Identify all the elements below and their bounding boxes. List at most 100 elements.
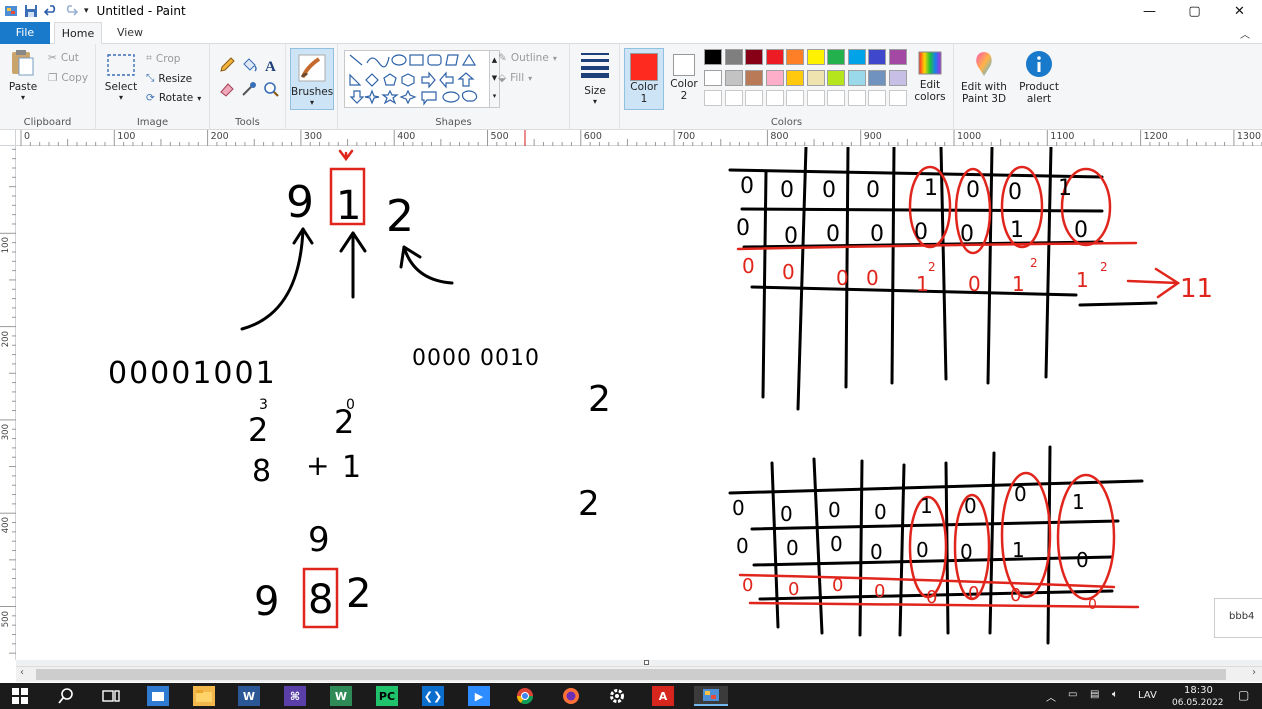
- chrome-icon[interactable]: [514, 686, 536, 706]
- file-explorer-icon[interactable]: [193, 686, 215, 706]
- shapes-gallery[interactable]: [344, 50, 490, 108]
- show-hidden-icons-icon[interactable]: ︿: [1046, 689, 1056, 704]
- palette-color-swatch[interactable]: [704, 69, 722, 86]
- copy-button[interactable]: ❐ Copy: [48, 72, 88, 84]
- custom-color-slot[interactable]: [806, 90, 825, 106]
- palette-color-swatch[interactable]: [847, 69, 866, 86]
- tab-file[interactable]: File: [0, 22, 50, 44]
- custom-color-slot[interactable]: [745, 90, 763, 106]
- cut-button[interactable]: ✂ Cut: [48, 52, 79, 64]
- battery-icon[interactable]: ▭: [1068, 689, 1077, 700]
- firefox-icon[interactable]: [560, 686, 582, 706]
- resize-button[interactable]: ⤡ Resize: [146, 72, 192, 85]
- palette-color-swatch[interactable]: [724, 69, 743, 86]
- palette-color-swatch[interactable]: [765, 49, 784, 65]
- save-icon[interactable]: [24, 4, 38, 18]
- color-picker-icon[interactable]: [240, 80, 258, 98]
- custom-color-slot[interactable]: [868, 90, 886, 106]
- fill-button[interactable]: ⬙ Fill ▾: [498, 72, 532, 84]
- tab-view[interactable]: View: [110, 22, 150, 44]
- scroll-left-icon[interactable]: ‹: [20, 667, 24, 678]
- pencil-icon[interactable]: [218, 56, 236, 74]
- select-dropdown-icon[interactable]: ▾: [104, 93, 138, 102]
- zoom-icon[interactable]: ▶: [468, 686, 490, 706]
- search-icon[interactable]: [55, 686, 77, 706]
- custom-color-slot[interactable]: [704, 90, 722, 106]
- acrobat-icon[interactable]: A: [652, 686, 674, 706]
- brushes-button[interactable]: Brushes ▾: [290, 48, 334, 110]
- redo-icon[interactable]: [64, 4, 78, 18]
- vscode-icon[interactable]: ❮❯: [422, 686, 444, 706]
- pycharm-icon[interactable]: PC: [376, 686, 398, 706]
- rotate-dropdown-icon[interactable]: ▾: [197, 94, 201, 103]
- custom-color-slot[interactable]: [765, 90, 784, 106]
- palette-color-swatch[interactable]: [765, 69, 784, 86]
- drawing-canvas[interactable]: 9 1 2 00001001 0000 0010 3 0 2 2 8 + 1 9…: [16, 147, 1262, 660]
- rotate-button[interactable]: ⟳ Rotate ▾: [146, 92, 201, 104]
- custom-color-slot[interactable]: [724, 90, 743, 106]
- palette-color-swatch[interactable]: [806, 49, 825, 65]
- visual-studio-icon[interactable]: ⌘: [284, 686, 306, 706]
- palette-color-swatch[interactable]: [786, 49, 804, 65]
- notifications-icon[interactable]: ▢: [1238, 688, 1249, 702]
- settings-gear-icon[interactable]: [606, 686, 628, 706]
- text-tool-icon[interactable]: A: [262, 56, 280, 74]
- size-button[interactable]: Size ▾: [576, 50, 614, 106]
- palette-color-swatch[interactable]: [724, 49, 743, 65]
- palette-color-swatch[interactable]: [786, 69, 804, 86]
- eraser-icon[interactable]: [218, 80, 236, 98]
- custom-color-slot[interactable]: [847, 90, 866, 106]
- palette-color-swatch[interactable]: [827, 69, 845, 86]
- palette-color-swatch[interactable]: [745, 69, 763, 86]
- scroll-right-icon[interactable]: ›: [1252, 667, 1256, 678]
- color2-button[interactable]: Color 2: [666, 52, 702, 102]
- color1-button[interactable]: Color 1: [624, 48, 664, 110]
- word-icon[interactable]: W: [238, 686, 260, 706]
- edit-with-paint3d-button[interactable]: Edit with Paint 3D: [958, 50, 1010, 105]
- customize-qa-arrow-icon[interactable]: ▾: [84, 6, 89, 16]
- language-indicator[interactable]: LAV: [1138, 690, 1157, 701]
- paste-dropdown-icon[interactable]: ▾: [4, 93, 42, 102]
- select-button[interactable]: Select ▾: [104, 52, 138, 102]
- custom-color-slot[interactable]: [888, 90, 907, 106]
- fill-bucket-icon[interactable]: [240, 56, 258, 74]
- edit-colors-button[interactable]: Edit colors: [910, 50, 950, 103]
- custom-color-slot[interactable]: [786, 90, 804, 106]
- task-view-icon[interactable]: [100, 686, 122, 706]
- outline-button[interactable]: ✎ Outline ▾: [498, 52, 557, 64]
- brushes-dropdown-icon[interactable]: ▾: [291, 98, 333, 107]
- store-app-icon[interactable]: [147, 686, 169, 706]
- palette-color-swatch[interactable]: [827, 49, 845, 65]
- product-alert-button[interactable]: Product alert: [1014, 50, 1064, 105]
- palette-color-swatch[interactable]: [888, 49, 907, 65]
- network-icon[interactable]: ▤: [1090, 689, 1099, 700]
- palette-color-swatch[interactable]: [868, 49, 886, 65]
- magnifier-icon[interactable]: [262, 80, 280, 98]
- collapse-ribbon-icon[interactable]: ︿: [1240, 26, 1250, 41]
- palette-color-swatch[interactable]: [868, 69, 886, 86]
- minimize-button[interactable]: —: [1127, 0, 1172, 22]
- palette-color-swatch[interactable]: [847, 49, 866, 65]
- crop-button[interactable]: ⌗ Crop: [146, 52, 180, 65]
- close-button[interactable]: ✕: [1217, 0, 1262, 22]
- paint-taskbar-icon[interactable]: [694, 686, 728, 706]
- scrollbar-thumb[interactable]: [36, 669, 1226, 680]
- palette-color-swatch[interactable]: [704, 49, 722, 65]
- paste-button[interactable]: Paste ▾: [4, 48, 42, 102]
- clock-time[interactable]: 18:30: [1184, 685, 1213, 696]
- start-windows-icon[interactable]: [9, 686, 31, 706]
- wireshark-icon[interactable]: W: [330, 686, 352, 706]
- palette-color-swatch[interactable]: [888, 69, 907, 86]
- side-popup[interactable]: bbb4: [1214, 598, 1262, 638]
- tab-home[interactable]: Home: [54, 22, 102, 45]
- size-dropdown-icon[interactable]: ▾: [576, 97, 614, 106]
- clock-date[interactable]: 06.05.2022: [1172, 698, 1224, 708]
- undo-icon[interactable]: [44, 4, 58, 18]
- palette-color-swatch[interactable]: [806, 69, 825, 86]
- maximize-button[interactable]: ▢: [1172, 0, 1217, 22]
- custom-color-slot[interactable]: [827, 90, 845, 106]
- palette-color-swatch[interactable]: [745, 49, 763, 65]
- horizontal-scrollbar[interactable]: ‹ ›: [16, 666, 1262, 682]
- canvas-resize-handle[interactable]: [644, 660, 649, 665]
- volume-icon[interactable]: 🔈︎: [1112, 689, 1118, 700]
